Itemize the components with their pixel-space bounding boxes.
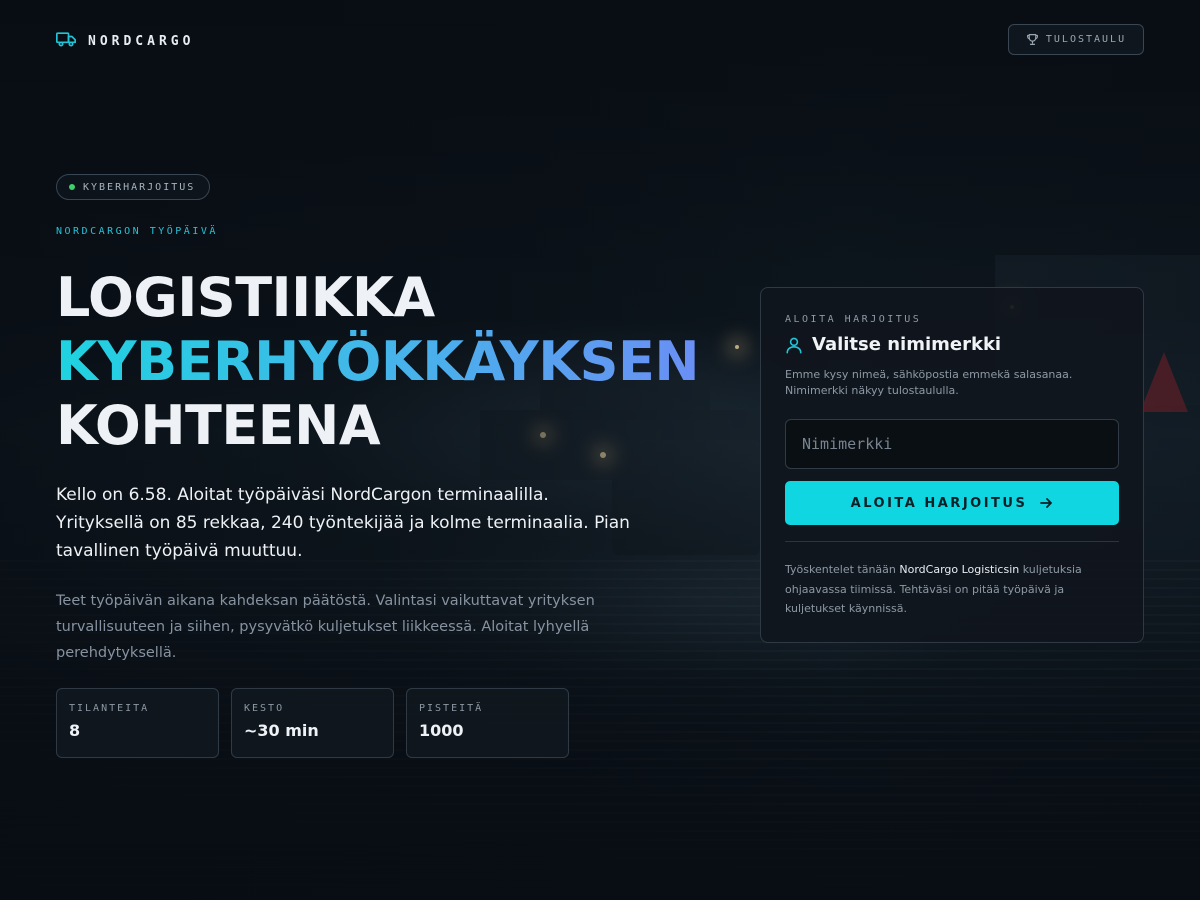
- stats-row: TILANTEITA 8 KESTO ~30 min PISTEITÄ 1000: [56, 688, 569, 758]
- start-exercise-button[interactable]: ALOITA HARJOITUS: [785, 481, 1119, 525]
- footer-company: NordCargo Logisticsin: [899, 563, 1020, 576]
- card-footer: Työskentelet tänään NordCargo Logisticsi…: [785, 560, 1085, 619]
- hero-title: LOGISTIIKKA KYBERHYÖKKÄYKSEN KOHTEENA: [56, 266, 700, 458]
- start-card: ALOITA HARJOITUS Valitse nimimerkki Emme…: [760, 287, 1144, 643]
- stat-label: KESTO: [244, 703, 285, 714]
- card-description: Emme kysy nimeä, sähköpostia emmekä sala…: [785, 368, 1073, 397]
- card-title: Valitse nimimerkki: [812, 334, 1002, 355]
- nickname-input[interactable]: [785, 419, 1119, 469]
- stat-value: ~30 min: [244, 721, 319, 740]
- start-button-label: ALOITA HARJOITUS: [850, 495, 1028, 511]
- mode-badge: KYBERHARJOITUS: [56, 174, 211, 200]
- hero-subtext: Teet työpäivän aikana kahdeksan päätöstä…: [56, 593, 595, 661]
- truck-icon: [56, 30, 76, 52]
- stat-points: PISTEITÄ 1000: [406, 688, 569, 758]
- brand-logo[interactable]: NORDCARGO: [56, 30, 194, 52]
- stat-value: 1000: [419, 721, 464, 740]
- stat-label: TILANTEITA: [69, 703, 150, 714]
- hero-title-line3: KOHTEENA: [56, 394, 381, 457]
- card-title-row: Valitse nimimerkki: [785, 334, 1119, 355]
- card-kicker: ALOITA HARJOITUS: [785, 314, 922, 325]
- stat-label: PISTEITÄ: [419, 703, 484, 714]
- hero-title-line2: KYBERHYÖKKÄYKSEN: [56, 330, 700, 393]
- arrow-right-icon: [1039, 496, 1053, 510]
- trophy-icon: [1026, 33, 1039, 46]
- stat-value: 8: [69, 721, 81, 740]
- leaderboard-label: TULOSTAULU: [1045, 34, 1127, 45]
- stat-duration: KESTO ~30 min: [231, 688, 394, 758]
- hero-lead: Kello on 6.58. Aloitat työpäiväsi NordCa…: [56, 485, 630, 561]
- user-icon: [785, 336, 803, 354]
- footer-prefix: Työskentelet tänään: [785, 563, 900, 576]
- card-divider: [785, 541, 1119, 542]
- brand-name: NORDCARGO: [88, 33, 195, 49]
- status-dot: [69, 184, 75, 190]
- leaderboard-button[interactable]: TULOSTAULU: [1008, 24, 1144, 55]
- hero-eyebrow: NORDCARGON TYÖPÄIVÄ: [56, 226, 218, 237]
- stat-situations: TILANTEITA 8: [56, 688, 219, 758]
- badge-label: KYBERHARJOITUS: [83, 181, 196, 193]
- hero-title-line1: LOGISTIIKKA: [56, 266, 435, 329]
